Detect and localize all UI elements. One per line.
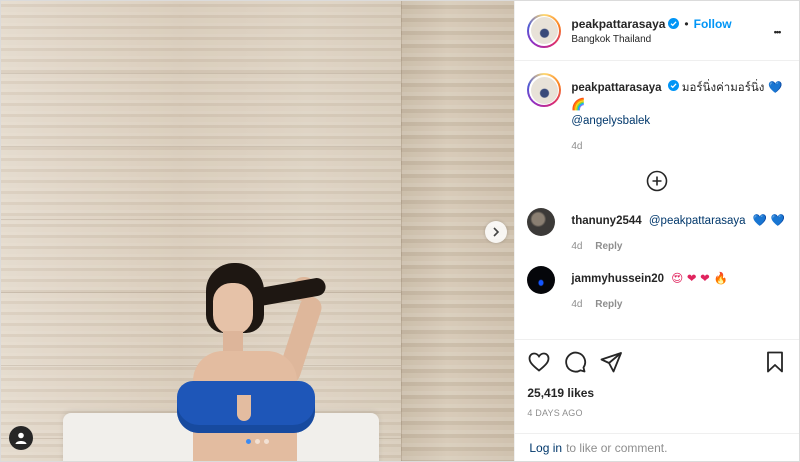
photo-subject: [171, 263, 391, 461]
chevron-right-icon: [493, 227, 500, 237]
carousel-dot-active: [246, 439, 252, 444]
reply-button[interactable]: Reply: [595, 299, 622, 310]
post-actions: 25,419 likes 4 DAYS AGO: [515, 339, 799, 418]
like-heart-icon[interactable]: [527, 350, 551, 374]
caption: peakpattarasaya มอร์นิ่งค่ามอร์นิ่ง 💙 🌈 …: [527, 73, 787, 129]
login-link[interactable]: Log in: [529, 441, 562, 455]
comment-timestamp[interactable]: 4d: [571, 299, 582, 310]
caption-username[interactable]: peakpattarasaya: [571, 82, 661, 94]
like-count[interactable]: 25,419 likes: [527, 386, 787, 400]
next-image-button[interactable]: [485, 221, 507, 243]
commenter-avatar[interactable]: [527, 208, 556, 236]
post-modal: peakpattarasaya • Follow Bangkok Thailan…: [0, 0, 800, 462]
login-prompt: Log in to like or comment.: [515, 433, 799, 461]
bookmark-icon[interactable]: [763, 350, 787, 374]
comment-text: 💙 💙: [752, 213, 786, 227]
carousel-dots: [1, 439, 514, 444]
carousel-dot: [255, 439, 261, 444]
caption-mention[interactable]: @angelysbalek: [571, 115, 650, 127]
follow-button[interactable]: Follow: [694, 17, 732, 31]
carousel-dot: [264, 439, 270, 444]
post-media[interactable]: [1, 1, 515, 461]
post-side-panel: peakpattarasaya • Follow Bangkok Thailan…: [514, 1, 799, 461]
post-date[interactable]: 4 DAYS AGO: [527, 408, 787, 418]
load-more-comments-button[interactable]: [527, 170, 787, 192]
verified-badge-icon: [667, 80, 679, 91]
more-icon: •••: [773, 26, 782, 37]
separator-dot: •: [684, 16, 689, 31]
author-avatar[interactable]: [527, 13, 562, 48]
author-username[interactable]: peakpattarasaya: [571, 17, 665, 31]
comment-timestamp[interactable]: 4d: [571, 241, 582, 252]
tagged-users-button[interactable]: [9, 426, 33, 450]
verified-badge-icon: [668, 18, 680, 29]
comment-mention[interactable]: @peakpattarasaya: [649, 215, 746, 227]
comments-section: peakpattarasaya มอร์นิ่งค่ามอร์นิ่ง 💙 🌈 …: [515, 61, 799, 333]
comment-icon[interactable]: [563, 350, 587, 374]
comment-username[interactable]: jammyhussein20: [571, 273, 664, 285]
plus-circle-icon: [646, 170, 668, 192]
login-prompt-text: to like or comment.: [566, 440, 668, 455]
comment-username[interactable]: thanuny2544: [571, 215, 641, 227]
post-header: peakpattarasaya • Follow Bangkok Thailan…: [515, 1, 799, 61]
share-icon[interactable]: [599, 350, 623, 374]
user-icon: [15, 432, 27, 444]
commenter-avatar[interactable]: [527, 266, 556, 294]
comment-item: thanuny2544 @peakpattarasaya 💙 💙 4d Repl…: [527, 208, 787, 252]
more-options-button[interactable]: •••: [767, 22, 787, 40]
post-location[interactable]: Bangkok Thailand: [571, 34, 767, 45]
comment-text: 😍 ❤ ❤ 🔥: [671, 271, 728, 285]
comment-item: jammyhussein20 😍 ❤ ❤ 🔥 4d Reply: [527, 266, 787, 310]
reply-button[interactable]: Reply: [595, 241, 622, 252]
caption-timestamp[interactable]: 4d: [571, 141, 787, 152]
caption-author-avatar[interactable]: [527, 73, 562, 107]
